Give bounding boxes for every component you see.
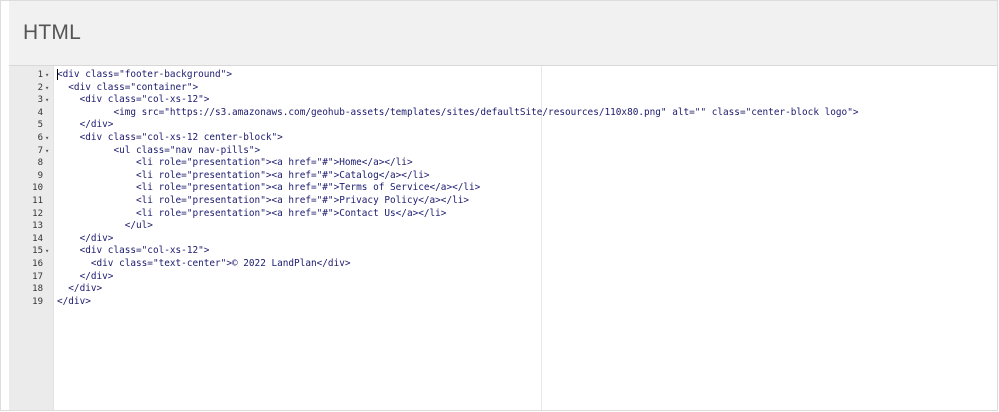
- code-text[interactable]: <div class="col-xs-12">: [57, 94, 210, 107]
- panel-title: HTML: [23, 21, 81, 44]
- fold-toggle-icon[interactable]: ▾: [45, 245, 53, 258]
- line-number: 16: [32, 258, 43, 269]
- line-number: 19: [32, 296, 43, 307]
- fold-toggle-icon[interactable]: ▾: [45, 145, 53, 158]
- code-text[interactable]: </div>: [57, 283, 102, 296]
- fold-toggle-icon[interactable]: ▾: [45, 94, 53, 107]
- line-number: 17: [32, 271, 43, 282]
- code-line[interactable]: 18 </div>: [9, 283, 997, 296]
- fold-toggle-icon[interactable]: ▾: [45, 69, 53, 82]
- code-line[interactable]: 3 ▾ <div class="col-xs-12">: [9, 94, 997, 107]
- code-text[interactable]: <div class="col-xs-12">: [57, 245, 210, 258]
- code-text[interactable]: </ul>: [57, 220, 153, 233]
- code-line[interactable]: 12 <li role="presentation"><a href="#">C…: [9, 208, 997, 221]
- code-text[interactable]: <img src="https://s3.amazonaws.com/geohu…: [57, 107, 858, 120]
- line-number: 12: [32, 208, 43, 219]
- code-line[interactable]: 19 </div>: [9, 296, 997, 309]
- code-text[interactable]: </div>: [57, 119, 114, 132]
- code-line[interactable]: 6 ▾ <div class="col-xs-12 center-block">: [9, 132, 997, 145]
- code-text[interactable]: </div>: [57, 233, 114, 246]
- code-line[interactable]: 13 </ul>: [9, 220, 997, 233]
- code-text[interactable]: <div class="col-xs-12 center-block">: [57, 132, 283, 145]
- code-line[interactable]: 2 ▾ <div class="container">: [9, 82, 997, 95]
- code-lines[interactable]: 1 ▾ <div class="footer-background"> 2 ▾ <div…: [9, 69, 997, 308]
- code-line[interactable]: 15 ▾ <div class="col-xs-12">: [9, 245, 997, 258]
- code-text[interactable]: </div>: [57, 296, 91, 309]
- code-editor[interactable]: 1 ▾ <div class="footer-background"> 2 ▾ <div…: [9, 66, 997, 410]
- fold-toggle-icon[interactable]: ▾: [45, 132, 53, 145]
- code-text[interactable]: <li role="presentation"><a href="#">Term…: [57, 182, 480, 195]
- code-line[interactable]: 11 <li role="presentation"><a href="#">P…: [9, 195, 997, 208]
- line-number: 11: [32, 195, 43, 206]
- code-text[interactable]: <ul class="nav nav-pills">: [57, 145, 260, 158]
- code-text[interactable]: <li role="presentation"><a href="#">Priv…: [57, 195, 469, 208]
- code-line[interactable]: 4 <img src="https://s3.amazonaws.com/geo…: [9, 107, 997, 120]
- code-text[interactable]: </div>: [57, 271, 114, 284]
- line-number: 5: [37, 120, 43, 131]
- code-text[interactable]: <li role="presentation"><a href="#">Cont…: [57, 208, 446, 221]
- line-number: 13: [32, 221, 43, 232]
- code-text[interactable]: <div class="text-center">© 2022 LandPlan…: [57, 258, 351, 271]
- code-line[interactable]: 10 <li role="presentation"><a href="#">T…: [9, 182, 997, 195]
- line-number: 2: [37, 82, 43, 93]
- fold-toggle-icon[interactable]: ▾: [45, 82, 53, 95]
- line-number: 9: [37, 170, 43, 181]
- panel-header: HTML: [9, 1, 997, 66]
- code-text[interactable]: <div class="container">: [57, 82, 198, 95]
- code-line[interactable]: 7 ▾ <ul class="nav nav-pills">: [9, 145, 997, 158]
- line-number: 1: [37, 70, 43, 80]
- code-line[interactable]: 9 <li role="presentation"><a href="#">Ca…: [9, 170, 997, 183]
- code-line[interactable]: 5 </div>: [9, 119, 997, 132]
- code-line[interactable]: 16 <div class="text-center">© 2022 LandP…: [9, 258, 997, 271]
- html-panel: HTML 1 ▾ <div class="footer-background"> 2 ▾…: [0, 0, 998, 411]
- line-number: 4: [37, 107, 43, 118]
- line-number: 10: [32, 183, 43, 194]
- code-line[interactable]: 1 ▾ <div class="footer-background">: [9, 69, 997, 82]
- line-number: 6: [37, 132, 43, 143]
- code-line[interactable]: 17 </div>: [9, 271, 997, 284]
- code-text[interactable]: <li role="presentation"><a href="#">Cata…: [57, 170, 430, 183]
- code-line[interactable]: 14 </div>: [9, 233, 997, 246]
- line-number: 8: [37, 158, 43, 169]
- code-line[interactable]: 8 <li role="presentation"><a href="#">Ho…: [9, 157, 997, 170]
- line-number: 7: [37, 145, 43, 156]
- line-number: 14: [32, 233, 43, 244]
- line-number: 18: [32, 284, 43, 295]
- text-cursor: [57, 69, 58, 80]
- line-number: 15: [32, 246, 43, 257]
- code-text[interactable]: <li role="presentation"><a href="#">Home…: [57, 157, 413, 170]
- line-number: 3: [37, 95, 43, 106]
- code-text[interactable]: <div class="footer-background">: [57, 69, 232, 82]
